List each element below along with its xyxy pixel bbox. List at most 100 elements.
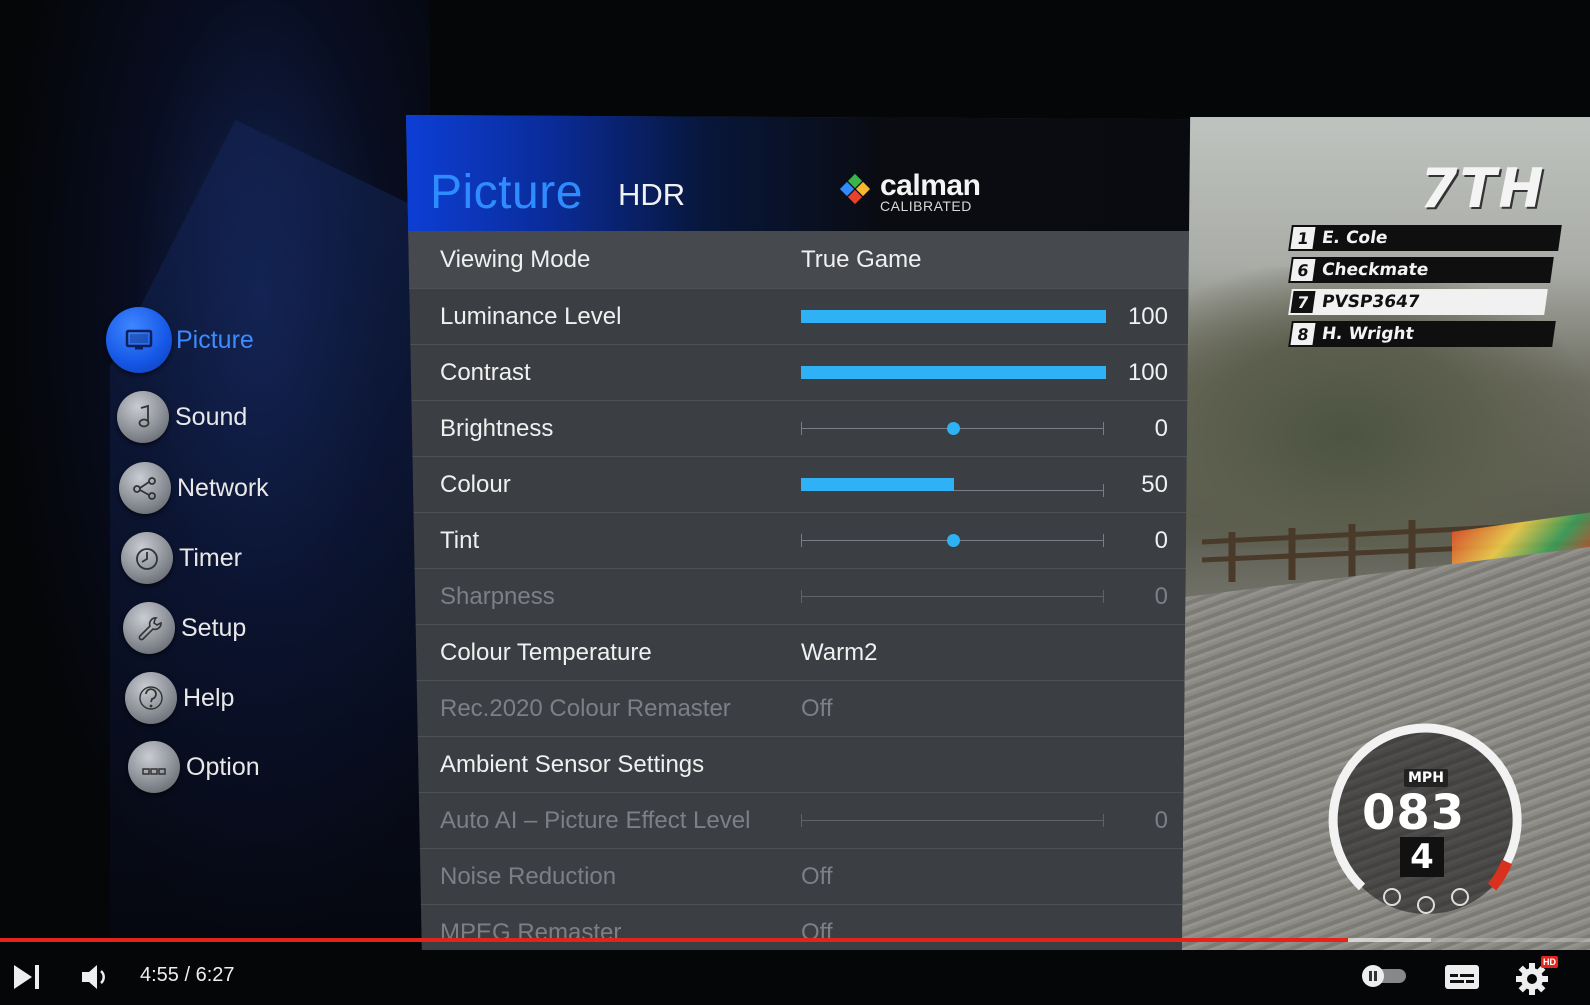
standing-position: 7	[1290, 291, 1316, 313]
standing-name: E. Cole	[1320, 228, 1389, 248]
slider-tick	[801, 590, 802, 603]
picture-settings-panel: Picture HDR calman CALIBRATED Viewing Mo…	[406, 115, 1196, 950]
dots-icon	[128, 741, 180, 793]
level-bar[interactable]	[801, 366, 1106, 379]
sidebar-item-label: Picture	[176, 325, 254, 354]
setting-value: Off	[801, 918, 833, 946]
setting-value: Off	[801, 862, 833, 890]
hdr-label: HDR	[618, 177, 686, 212]
gear-indicator: 4	[1400, 837, 1444, 877]
captions-button[interactable]	[1442, 962, 1482, 992]
setting-auto-ai-effect-level: Auto AI – Picture Effect Level 0	[406, 793, 1196, 849]
setting-ambient-sensor[interactable]: Ambient Sensor Settings	[406, 737, 1196, 793]
setting-label: Ambient Sensor Settings	[440, 750, 705, 778]
setting-label: Viewing Mode	[440, 245, 591, 273]
setting-noise-reduction: Noise Reduction Off	[406, 849, 1196, 905]
setting-label: Colour Temperature	[440, 638, 652, 666]
sidebar-item-setup[interactable]: Setup	[123, 596, 246, 660]
sidebar-item-sound[interactable]: Sound	[117, 385, 247, 449]
setting-contrast[interactable]: Contrast 100	[406, 345, 1196, 401]
sidebar-item-label: Setup	[181, 613, 247, 642]
sidebar-item-label: Option	[186, 752, 260, 781]
standing-position: 6	[1290, 259, 1316, 281]
sidebar-item-label: Help	[183, 683, 235, 712]
setting-tint[interactable]: Tint 0	[406, 513, 1196, 569]
sidebar-item-label: Timer	[179, 543, 242, 572]
level-bar-fill	[801, 366, 1106, 379]
standing-row-player: 7 PVSP3647	[1288, 289, 1548, 315]
setting-rec2020-colour-remaster: Rec.2020 Colour Remaster Off	[406, 681, 1196, 737]
level-bar-fill	[801, 478, 954, 491]
settings-list: Viewing Mode True Game Luminance Level 1…	[406, 231, 1196, 950]
sidebar-item-timer[interactable]: Timer	[121, 526, 242, 590]
race-standings: 1 E. Cole 6 Checkmate 7 PVSP3647 8 H. Wr…	[1288, 225, 1562, 353]
video-time: 4:55 / 6:27	[140, 964, 235, 986]
wrench-icon	[123, 602, 175, 654]
standing-row: 8 H. Wright	[1288, 321, 1556, 347]
monitor-icon	[106, 307, 172, 373]
setting-viewing-mode[interactable]: Viewing Mode True Game	[406, 231, 1196, 289]
setting-luminance-level[interactable]: Luminance Level 100	[406, 289, 1196, 345]
setting-label: MPEG Remaster	[440, 918, 622, 946]
next-button[interactable]	[10, 960, 46, 994]
calman-diamond-icon	[839, 173, 871, 205]
setting-label: Sharpness	[440, 582, 555, 610]
game-background-view: 7TH 1 E. Cole 6 Checkmate 7 PVSP3647 8 H…	[1182, 117, 1590, 950]
player-controls: 4:55 / 6:27 HD	[0, 950, 1590, 1005]
setting-colour[interactable]: Colour 50	[406, 457, 1196, 513]
sidebar-item-label: Network	[177, 473, 269, 502]
setting-label: Noise Reduction	[440, 862, 617, 890]
skip-next-icon	[14, 965, 39, 989]
setting-label: Contrast	[440, 358, 531, 386]
race-position: 7TH	[1420, 157, 1546, 220]
slider-tick	[801, 422, 802, 435]
setting-label: Luminance Level	[440, 302, 622, 330]
setting-label: Tint	[440, 526, 480, 554]
video-progress-bar[interactable]	[0, 938, 1590, 942]
standing-name: H. Wright	[1320, 324, 1416, 344]
progress-played	[0, 938, 1349, 942]
center-slider[interactable]	[801, 422, 1104, 435]
toggle-pause-icon	[1362, 965, 1406, 987]
slider-handle[interactable]	[946, 534, 960, 547]
setting-label: Auto AI – Picture Effect Level	[440, 806, 751, 834]
hd-badge: HD	[1541, 956, 1558, 968]
volume-icon	[82, 965, 105, 989]
setting-brightness[interactable]: Brightness 0	[406, 401, 1196, 457]
setting-value: Off	[801, 694, 833, 722]
level-bar-fill	[801, 310, 1106, 323]
level-bar[interactable]	[801, 478, 1106, 491]
setting-number: 0	[1154, 414, 1168, 442]
calman-logo: calman CALIBRATED	[838, 169, 981, 214]
setting-number: 0	[1154, 526, 1168, 554]
disabled-slider	[801, 814, 1104, 827]
slider-handle[interactable]	[946, 422, 960, 435]
standing-position: 8	[1290, 323, 1316, 345]
center-slider[interactable]	[801, 534, 1104, 547]
sidebar-item-option[interactable]: Option	[128, 735, 260, 799]
setting-number: 0	[1154, 582, 1168, 610]
speed-value: 083	[1362, 785, 1466, 841]
calman-tagline: CALIBRATED	[880, 198, 972, 214]
volume-button[interactable]	[78, 960, 114, 994]
calman-name: calman	[880, 169, 981, 202]
standing-name: PVSP3647	[1320, 292, 1422, 312]
standing-name: Checkmate	[1320, 260, 1430, 280]
standing-row: 1 E. Cole	[1288, 225, 1562, 251]
speedometer: MPH 083 4	[1322, 717, 1532, 927]
sidebar-item-help[interactable]: Help	[125, 666, 234, 730]
sidebar-item-picture[interactable]: Picture	[106, 307, 254, 373]
slider-tick	[801, 814, 802, 827]
setting-value: True Game	[801, 245, 922, 273]
standing-row: 6 Checkmate	[1288, 257, 1554, 283]
level-bar[interactable]	[801, 310, 1106, 323]
setting-colour-temperature[interactable]: Colour Temperature Warm2	[406, 625, 1196, 681]
slider-tick	[1103, 422, 1104, 435]
sidebar-item-network[interactable]: Network	[119, 456, 269, 520]
setting-number: 50	[1141, 470, 1168, 498]
autoplay-toggle[interactable]	[1358, 962, 1410, 990]
setting-number: 0	[1154, 806, 1168, 834]
disabled-slider	[801, 590, 1104, 603]
subtitles-icon	[1445, 965, 1479, 989]
setting-label: Rec.2020 Colour Remaster	[440, 694, 731, 722]
